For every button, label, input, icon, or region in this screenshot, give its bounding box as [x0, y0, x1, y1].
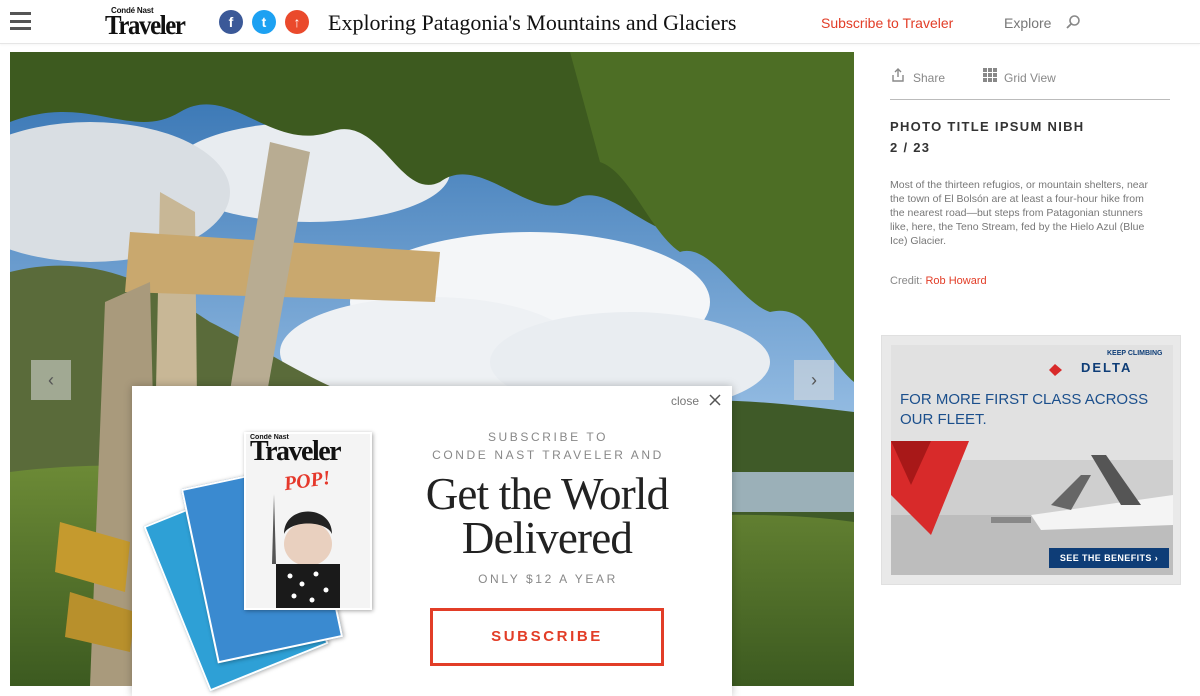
- ad-creative: KEEP CLIMBING DELTA FOR MORE FIRST CLASS…: [891, 345, 1173, 575]
- top-header: Condé Nast Traveler f t ↑ Exploring Pata…: [0, 0, 1200, 44]
- share-icon[interactable]: ↑: [285, 10, 309, 34]
- close-icon[interactable]: [709, 394, 721, 406]
- magazine-cover-front: Condé Nast Traveler POP!: [244, 432, 372, 610]
- grid-view-button[interactable]: Grid View: [982, 67, 1056, 86]
- ad-tagline: KEEP CLIMBING: [1107, 350, 1163, 357]
- headline-line-1: Get the World: [425, 469, 669, 519]
- photo-toolbar: Share Grid View: [890, 64, 1170, 100]
- close-button[interactable]: close: [671, 394, 699, 408]
- subscribe-link[interactable]: Subscribe to Traveler: [821, 15, 953, 31]
- chevron-right-icon[interactable]: ›: [794, 360, 834, 400]
- delta-logo: DELTA: [1081, 360, 1133, 375]
- cover-illustration: [272, 494, 340, 608]
- delta-advertisement[interactable]: KEEP CLIMBING DELTA FOR MORE FIRST CLASS…: [881, 335, 1181, 585]
- photo-credit: Credit: Rob Howard: [890, 275, 987, 287]
- page-title: Exploring Patagonia's Mountains and Glac…: [328, 10, 737, 35]
- twitter-icon[interactable]: t: [252, 10, 276, 34]
- share-button[interactable]: Share: [890, 67, 945, 86]
- grid-view-icon: [983, 68, 997, 82]
- subscribe-price: ONLY $12 A YEAR: [478, 572, 618, 586]
- credit-link[interactable]: Rob Howard: [925, 275, 986, 287]
- subscribe-modal: close Condé Nast Traveler POP! SUBSCRIBE…: [132, 386, 732, 696]
- subscribe-button[interactable]: SUBSCRIBE: [430, 608, 664, 666]
- photo-caption: Most of the thirteen refugios, or mounta…: [890, 179, 1148, 247]
- site-logo[interactable]: Condé Nast Traveler: [105, 6, 186, 40]
- credit-label: Credit:: [890, 275, 923, 287]
- magazine-covers: Condé Nast Traveler POP!: [143, 426, 380, 692]
- ad-headline: FOR MORE FIRST CLASS ACROSS OUR FLEET.: [900, 391, 1149, 428]
- hamburger-menu-icon[interactable]: [10, 12, 31, 30]
- ad-cta-button[interactable]: SEE THE BENEFITS ›: [1049, 548, 1169, 568]
- chevron-left-icon[interactable]: ‹: [31, 360, 71, 400]
- photo-counter: 2 / 23: [890, 140, 931, 155]
- ad-illustration: [891, 364, 1173, 575]
- lead-line-2: CONDE NAST TRAVELER AND: [432, 448, 664, 462]
- subscribe-headline: Get the World Delivered: [382, 469, 712, 563]
- headline-line-2: Delivered: [461, 513, 633, 563]
- share-label: Share: [913, 71, 946, 85]
- share-upload-icon: [892, 68, 904, 82]
- explore-link[interactable]: Explore: [1004, 15, 1051, 31]
- lead-line-1: SUBSCRIBE TO: [487, 430, 609, 444]
- search-icon[interactable]: [1065, 14, 1081, 30]
- facebook-icon[interactable]: f: [219, 10, 243, 34]
- grid-view-label: Grid View: [1004, 71, 1056, 85]
- photo-title: PHOTO TITLE IPSUM NIBH: [890, 119, 1085, 134]
- subscribe-lead: SUBSCRIBE TO CONDE NAST TRAVELER AND: [398, 428, 698, 464]
- logo-text: Traveler: [105, 10, 186, 40]
